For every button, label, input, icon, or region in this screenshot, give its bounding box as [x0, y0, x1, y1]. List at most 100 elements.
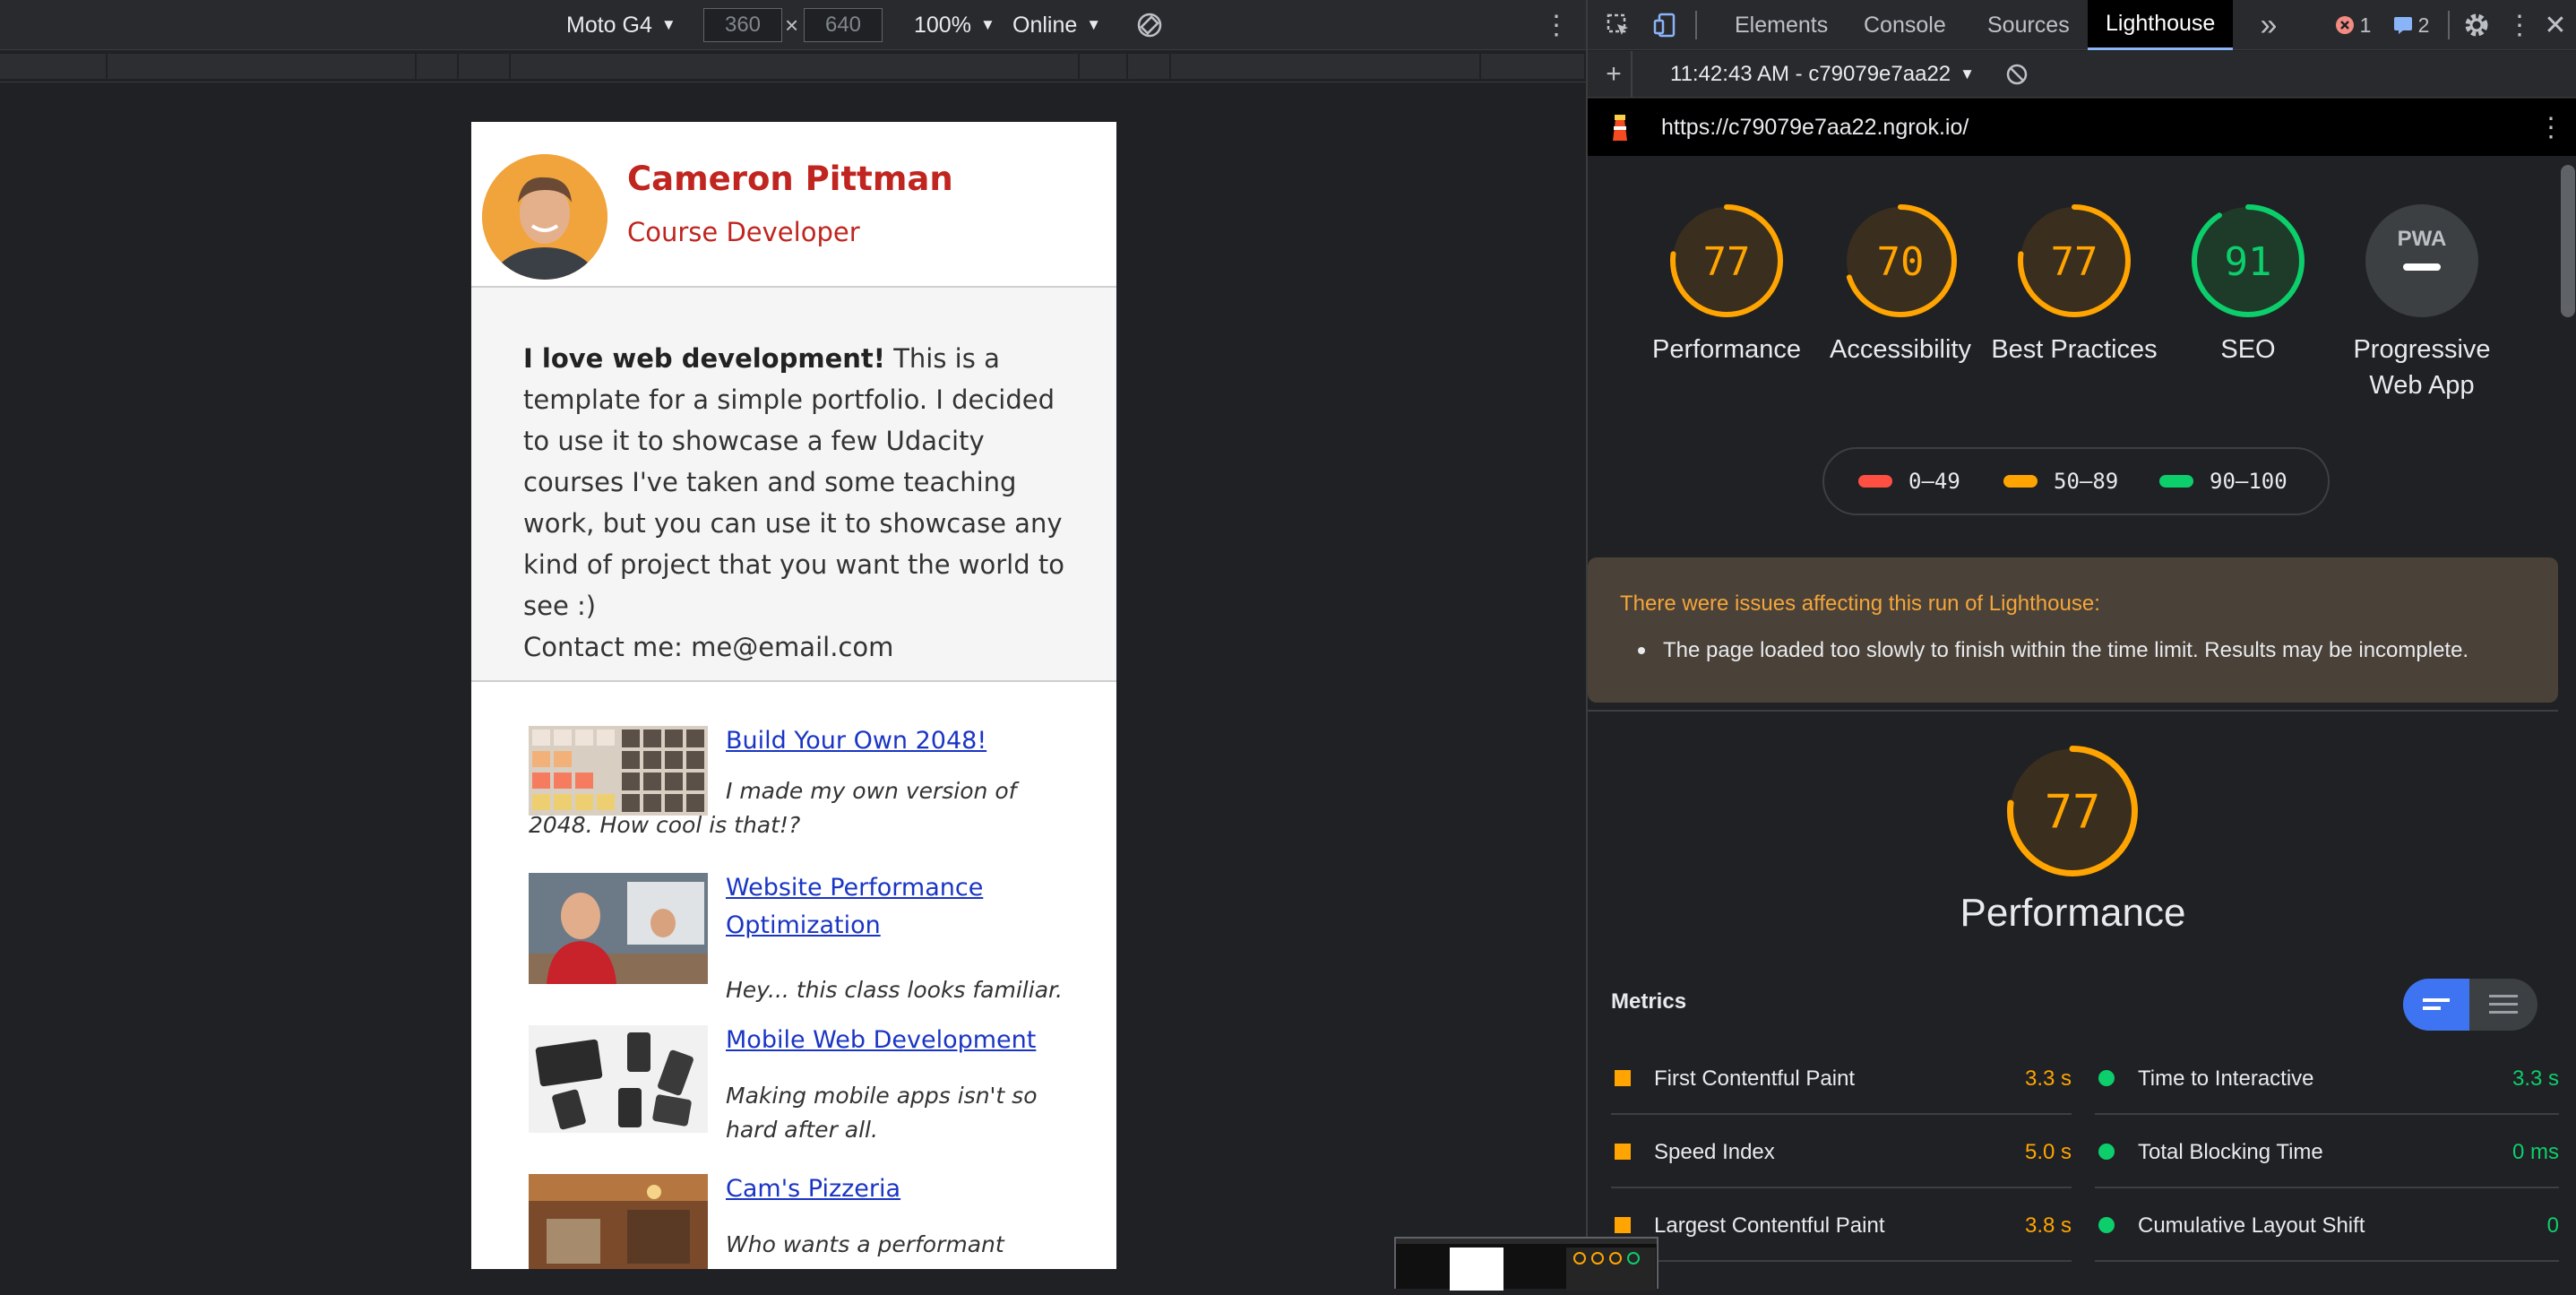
metric-name: Total Blocking Time [2138, 1140, 2323, 1164]
message-count: 2 [2417, 13, 2430, 37]
device-toolbar-icon[interactable] [1647, 0, 1683, 50]
tab-sources[interactable]: Sources [1987, 0, 2070, 50]
new-report-plus-icon[interactable]: + [1597, 51, 1633, 98]
settings-gear-icon[interactable] [2451, 0, 2502, 50]
fail-swatch [1858, 475, 1892, 488]
metrics-view-toggle[interactable] [2403, 979, 2537, 1031]
gauge-seo[interactable]: 91 SEO [2163, 203, 2333, 367]
devtools-panel: Elements Console Sources Lighthouse » 1 … [1586, 0, 2576, 1289]
portfolio-intro: I love web development! This is a templa… [471, 288, 1116, 682]
clear-reports-icon[interactable] [2005, 51, 2029, 98]
metric-total-blocking-time: Total Blocking Time 0 ms [2095, 1115, 2559, 1188]
avatar [482, 154, 607, 280]
lighthouse-report: 77 Performance 70 Accessibility 77 Best Pract… [1588, 156, 2576, 1289]
project-link[interactable]: Cam's Pizzeria [726, 1170, 1075, 1208]
project-description: Hey... this class looks familiar. [726, 977, 1063, 1003]
devtools-tab-bar: Elements Console Sources Lighthouse » 1 … [1588, 0, 2576, 50]
report-select-value: 11:42:43 AM - c79079e7aa22 [1670, 62, 1951, 86]
more-options-icon[interactable]: ⋮ [1543, 0, 1570, 50]
width-input[interactable]: 360 [703, 8, 782, 42]
audited-url[interactable]: https://c79079e7aa22.ngrok.io/ [1661, 99, 1969, 156]
score-gauge-ring: 77 [1670, 204, 1783, 317]
media-query-ruler [0, 50, 1586, 82]
report-select[interactable]: 11:42:43 AM - c79079e7aa22 ▼ [1670, 51, 1975, 98]
ruler-segment[interactable] [0, 54, 108, 79]
gauge-label: Best Practices [1991, 335, 2158, 364]
caret-down-icon: ▼ [979, 16, 995, 33]
close-icon[interactable]: ✕ [2537, 0, 2573, 50]
ruler-segment[interactable] [1171, 54, 1481, 79]
caret-down-icon: ▼ [660, 16, 676, 33]
customize-menu-icon[interactable]: ⋮ [2502, 0, 2537, 50]
expanded-view-button[interactable] [2469, 979, 2537, 1031]
ruler-segment[interactable] [1080, 54, 1128, 79]
gauge-score: 91 [2225, 239, 2272, 285]
error-count: 1 [2359, 13, 2372, 37]
ruler-segment[interactable] [511, 54, 1080, 79]
score-legend: 0–49 50–89 90–100 [1822, 447, 2330, 515]
zoom-value: 100% [914, 12, 971, 38]
legend-average-label: 50–89 [2054, 469, 2119, 494]
project-thumbnail-performance [529, 873, 708, 984]
legend-fail: 0–49 [1858, 449, 1960, 514]
ruler-segment[interactable] [108, 54, 417, 79]
metric-value: 3.8 s [2024, 1213, 2072, 1238]
compact-view-button[interactable] [2403, 979, 2469, 1031]
message-counter[interactable]: 2 [2382, 0, 2441, 50]
section-divider [1588, 710, 2558, 712]
gauge-performance[interactable]: 77 Performance [1641, 203, 1812, 367]
performance-gauge-ring: 77 [2007, 746, 2138, 876]
legend-average: 50–89 [2003, 449, 2118, 514]
project-link[interactable]: Mobile Web Development [726, 1022, 1075, 1059]
toolbar-divider [2448, 11, 2450, 39]
average-square-icon [1615, 1070, 1631, 1086]
caret-down-icon: ▼ [1086, 16, 1102, 33]
metric-value: 0 [2546, 1213, 2559, 1238]
more-tabs-icon[interactable]: » [2253, 0, 2285, 50]
device-emulation-pane: Moto G4 ▼ 360 × 640 100% ▼ Online ▼ ⋮ Ca… [0, 0, 1586, 1289]
tab-console[interactable]: Console [1864, 0, 1946, 50]
portfolio-name: Cameron Pittman [627, 160, 953, 198]
metric-name: First Contentful Paint [1654, 1066, 1856, 1091]
device-select[interactable]: Moto G4 ▼ [566, 0, 676, 50]
inspect-element-icon[interactable] [1600, 0, 1636, 50]
throttle-select[interactable]: Online ▼ [1012, 0, 1101, 50]
error-icon [2335, 16, 2354, 34]
metric-name: Time to Interactive [2138, 1066, 2314, 1091]
toolbar-divider [1695, 11, 1697, 39]
message-icon [2393, 17, 2412, 34]
ruler-segment[interactable] [417, 54, 459, 79]
tab-lighthouse[interactable]: Lighthouse [2088, 0, 2234, 50]
scrollbar-thumb[interactable] [2561, 165, 2575, 317]
gauge-accessibility[interactable]: 70 Accessibility [1815, 203, 1986, 367]
ruler-segment[interactable] [1128, 54, 1171, 79]
score-gauge-ring: 70 [1844, 204, 1957, 317]
zoom-select[interactable]: 100% ▼ [914, 0, 995, 50]
project-link[interactable]: Build Your Own 2048! [726, 722, 1075, 760]
legend-fail-label: 0–49 [1908, 469, 1960, 494]
pwa-badge-text: PWA [2398, 227, 2447, 251]
dimension-separator: × [785, 11, 799, 39]
ruler-segment[interactable] [1481, 54, 1586, 79]
project-thumbnail-mobile [529, 1025, 708, 1133]
pass-circle-icon [2098, 1144, 2115, 1160]
ruler-segment[interactable] [459, 54, 511, 79]
warning-title: There were issues affecting this run of … [1620, 591, 2100, 616]
metric-speed-index: Speed Index 5.0 s [1611, 1115, 2072, 1188]
performance-gauge-large[interactable]: 77 [2005, 744, 2140, 878]
project-link[interactable]: Website Performance Optimization [726, 869, 1075, 945]
legend-pass: 90–100 [2159, 449, 2287, 514]
rotate-icon[interactable] [1136, 0, 1163, 50]
tab-elements[interactable]: Elements [1735, 0, 1828, 50]
gauge-best-practices[interactable]: 77 Best Practices [1989, 203, 2159, 367]
gauge-progressive-web-app[interactable]: PWA Progressive Web App [2337, 203, 2507, 403]
metric-value: 5.0 s [2024, 1140, 2072, 1164]
metric-cumulative-layout-shift: Cumulative Layout Shift 0 [2095, 1188, 2559, 1262]
report-menu-icon[interactable]: ⋮ [2537, 99, 2564, 156]
error-counter[interactable]: 1 [2322, 0, 2383, 50]
score-gauge-ring: 91 [2192, 204, 2305, 317]
average-square-icon [1615, 1144, 1631, 1160]
height-input[interactable]: 640 [804, 8, 883, 42]
scrollbar[interactable] [2558, 156, 2576, 1289]
performance-section-title: Performance [1960, 891, 2186, 935]
